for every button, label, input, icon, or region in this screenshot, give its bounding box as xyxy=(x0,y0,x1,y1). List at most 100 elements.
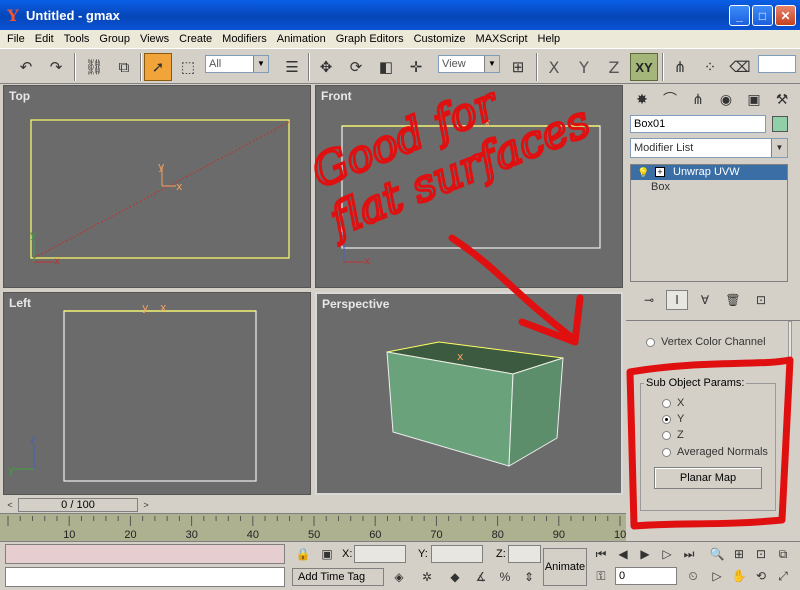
object-name-field[interactable]: Box01 xyxy=(630,115,766,133)
selection-region-icon[interactable]: ⬚ xyxy=(174,53,202,81)
viewport-left[interactable]: Left y x z y xyxy=(3,292,311,495)
select-object-icon[interactable]: ➚ xyxy=(144,53,172,81)
named-selection-field[interactable] xyxy=(758,55,796,73)
menu-file[interactable]: File xyxy=(2,33,30,45)
restrict-y-button[interactable]: Y xyxy=(570,53,598,81)
pivot-center-icon[interactable]: ✛ xyxy=(402,53,430,81)
pin-stack-icon[interactable]: ⊸ xyxy=(638,290,660,310)
maxscript-listener-input[interactable] xyxy=(5,567,285,587)
percent-snap-icon[interactable]: % xyxy=(496,568,514,586)
menu-group[interactable]: Group xyxy=(94,33,135,45)
go-to-start-icon[interactable]: ⏮ xyxy=(592,545,610,563)
axis-option-x[interactable]: X xyxy=(662,397,684,409)
time-prev-button[interactable]: < xyxy=(3,498,17,512)
select-by-name-icon[interactable]: ☰ xyxy=(278,53,306,81)
modify-tab-icon[interactable]: ⌒ xyxy=(656,86,684,112)
stack-item-unwrap-uvw[interactable]: 💡 + Unwrap UVW xyxy=(631,165,787,180)
vertex-color-channel-option[interactable]: Vertex Color Channel xyxy=(646,336,766,348)
menu-edit[interactable]: Edit xyxy=(30,33,59,45)
menu-maxscript[interactable]: MAXScript xyxy=(471,33,533,45)
menu-graph-editors[interactable]: Graph Editors xyxy=(331,33,409,45)
add-time-tag-button[interactable]: Add Time Tag xyxy=(292,568,384,586)
maximize-viewport-icon[interactable]: ⤢ xyxy=(774,567,792,585)
menu-create[interactable]: Create xyxy=(174,33,217,45)
radio-button[interactable] xyxy=(662,447,671,457)
axis-option-z[interactable]: Z xyxy=(662,429,684,441)
menu-views[interactable]: Views xyxy=(135,33,174,45)
play-icon[interactable]: ▶ xyxy=(636,545,654,563)
restrict-xy-plane-button[interactable]: XY xyxy=(630,53,658,81)
redo-icon[interactable]: ↷ xyxy=(42,53,70,81)
menu-customize[interactable]: Customize xyxy=(409,33,471,45)
lock-selection-icon[interactable]: 🔒 xyxy=(294,545,312,563)
minimize-button[interactable]: _ xyxy=(729,5,750,26)
zoom-extents-icon[interactable]: ⊡ xyxy=(752,545,770,563)
eraser-icon[interactable]: ⌫ xyxy=(726,53,754,81)
time-next-button[interactable]: > xyxy=(139,498,153,512)
previous-frame-icon[interactable]: ◀ xyxy=(614,545,632,563)
undo-icon[interactable]: ↶ xyxy=(12,53,40,81)
array-icon[interactable]: ⁘ xyxy=(696,53,724,81)
time-slider[interactable]: 0 / 100 xyxy=(18,498,138,512)
mirror-icon[interactable]: ⊞ xyxy=(504,53,532,81)
hierarchy-tab-icon[interactable]: ⋔ xyxy=(684,86,712,112)
radio-button[interactable] xyxy=(662,398,671,408)
mirror-tool-icon[interactable]: ⋔ xyxy=(666,53,694,81)
select-and-link-icon[interactable]: ⛓ xyxy=(80,53,108,81)
snap-toggle-icon[interactable]: ◆ xyxy=(446,568,464,586)
selection-lock-toggle-icon[interactable]: ◈ xyxy=(390,568,408,586)
field-of-view-icon[interactable]: ▷ xyxy=(708,567,726,585)
object-color-swatch[interactable] xyxy=(772,116,788,132)
menu-modifiers[interactable]: Modifiers xyxy=(217,33,272,45)
configure-modifier-sets-icon[interactable]: ⊡ xyxy=(750,290,772,310)
scale-icon[interactable]: ◧ xyxy=(372,53,400,81)
selection-filter-dropdown[interactable]: All ▼ xyxy=(205,55,269,73)
zoom-all-icon[interactable]: ⊞ xyxy=(730,545,748,563)
rotate-icon[interactable]: ⟳ xyxy=(342,53,370,81)
x-coord-field[interactable] xyxy=(354,545,406,563)
show-end-result-icon[interactable]: Ⅰ xyxy=(666,290,688,310)
restrict-x-button[interactable]: X xyxy=(540,53,568,81)
radio-button[interactable] xyxy=(646,337,655,347)
radio-button[interactable] xyxy=(662,414,671,424)
key-mode-icon[interactable]: ⚿ xyxy=(592,567,610,585)
planar-map-button[interactable]: Planar Map xyxy=(654,467,762,489)
angle-snap-icon[interactable]: ∡ xyxy=(472,568,490,586)
degradation-override-icon[interactable]: ✲ xyxy=(418,568,436,586)
time-configuration-icon[interactable]: ⏲ xyxy=(684,567,702,585)
track-bar[interactable]: 10 20 30 40 50 60 70 80 90 100 xyxy=(0,513,626,541)
lightbulb-icon[interactable]: 💡 xyxy=(637,166,649,181)
zoom-extents-all-icon[interactable]: ⧉ xyxy=(774,545,792,563)
pan-hand-icon[interactable]: ✋ xyxy=(730,567,748,585)
stack-item-box[interactable]: Box xyxy=(631,180,787,195)
arc-rotate-icon[interactable]: ⟲ xyxy=(752,567,770,585)
absolute-mode-icon[interactable]: ▣ xyxy=(318,545,336,563)
spinner-snap-icon[interactable]: ⇕ xyxy=(520,568,538,586)
y-coord-field[interactable] xyxy=(431,545,483,563)
viewport-top[interactable]: Top y x y x xyxy=(3,85,311,288)
axis-option-y[interactable]: Y xyxy=(662,413,684,425)
modifier-list-dropdown[interactable]: Modifier List ▼ xyxy=(630,138,788,158)
animate-button[interactable]: Animate xyxy=(543,548,587,586)
current-frame-field[interactable]: 0 xyxy=(615,567,677,585)
viewport-perspective[interactable]: Perspective x xyxy=(315,292,623,495)
restrict-z-button[interactable]: Z xyxy=(600,53,628,81)
rollout-scrollbar[interactable] xyxy=(788,321,792,361)
viewport-front[interactable]: Front x z x xyxy=(315,85,623,288)
move-icon[interactable]: ✥ xyxy=(312,53,340,81)
next-frame-icon[interactable]: ▷ xyxy=(658,545,676,563)
radio-button[interactable] xyxy=(662,430,671,440)
go-to-end-icon[interactable]: ⏭ xyxy=(680,545,698,563)
remove-modifier-icon[interactable]: 🗑 xyxy=(722,290,744,310)
menu-help[interactable]: Help xyxy=(533,33,566,45)
expand-icon[interactable]: + xyxy=(655,167,665,177)
make-unique-icon[interactable]: ∀ xyxy=(694,290,716,310)
zoom-icon[interactable]: 🔍 xyxy=(708,545,726,563)
display-tab-icon[interactable]: ▣ xyxy=(740,86,768,112)
averaged-normals-option[interactable]: Averaged Normals xyxy=(662,446,768,458)
utilities-tab-icon[interactable]: ⚒ xyxy=(768,86,796,112)
menu-animation[interactable]: Animation xyxy=(272,33,331,45)
maximize-button[interactable]: □ xyxy=(752,5,773,26)
menu-tools[interactable]: Tools xyxy=(59,33,95,45)
close-button[interactable]: ✕ xyxy=(775,5,796,26)
